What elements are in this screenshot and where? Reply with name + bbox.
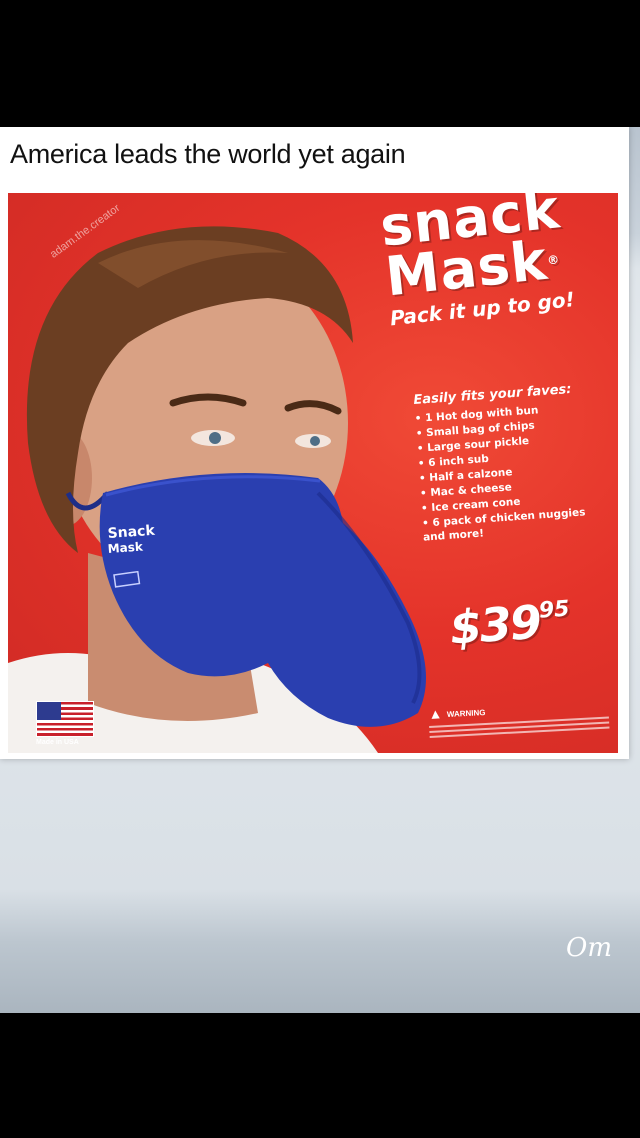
meme-caption: America leads the world yet again bbox=[10, 139, 406, 169]
price-tag: $3995 bbox=[448, 593, 572, 655]
signature: Om bbox=[566, 933, 612, 963]
price-dollars: $39 bbox=[448, 594, 542, 655]
mask-label-2: Mask bbox=[107, 540, 144, 556]
usa-flag-icon bbox=[36, 701, 94, 737]
snack-mask-ad: Snack Mask adam.the.creator snack Mask® … bbox=[8, 193, 618, 753]
fits-list: Easily fits your faves: 1 Hot dog with b… bbox=[413, 379, 618, 544]
price-cents: 95 bbox=[538, 596, 571, 624]
warning-icon: ▲ bbox=[428, 705, 443, 722]
brand-block: snack Mask® Pack it up to go! bbox=[377, 193, 575, 330]
warning-heading: WARNING bbox=[446, 708, 486, 720]
made-in-usa: Made in USA bbox=[36, 739, 79, 746]
mask-label-1: Snack bbox=[107, 523, 156, 542]
